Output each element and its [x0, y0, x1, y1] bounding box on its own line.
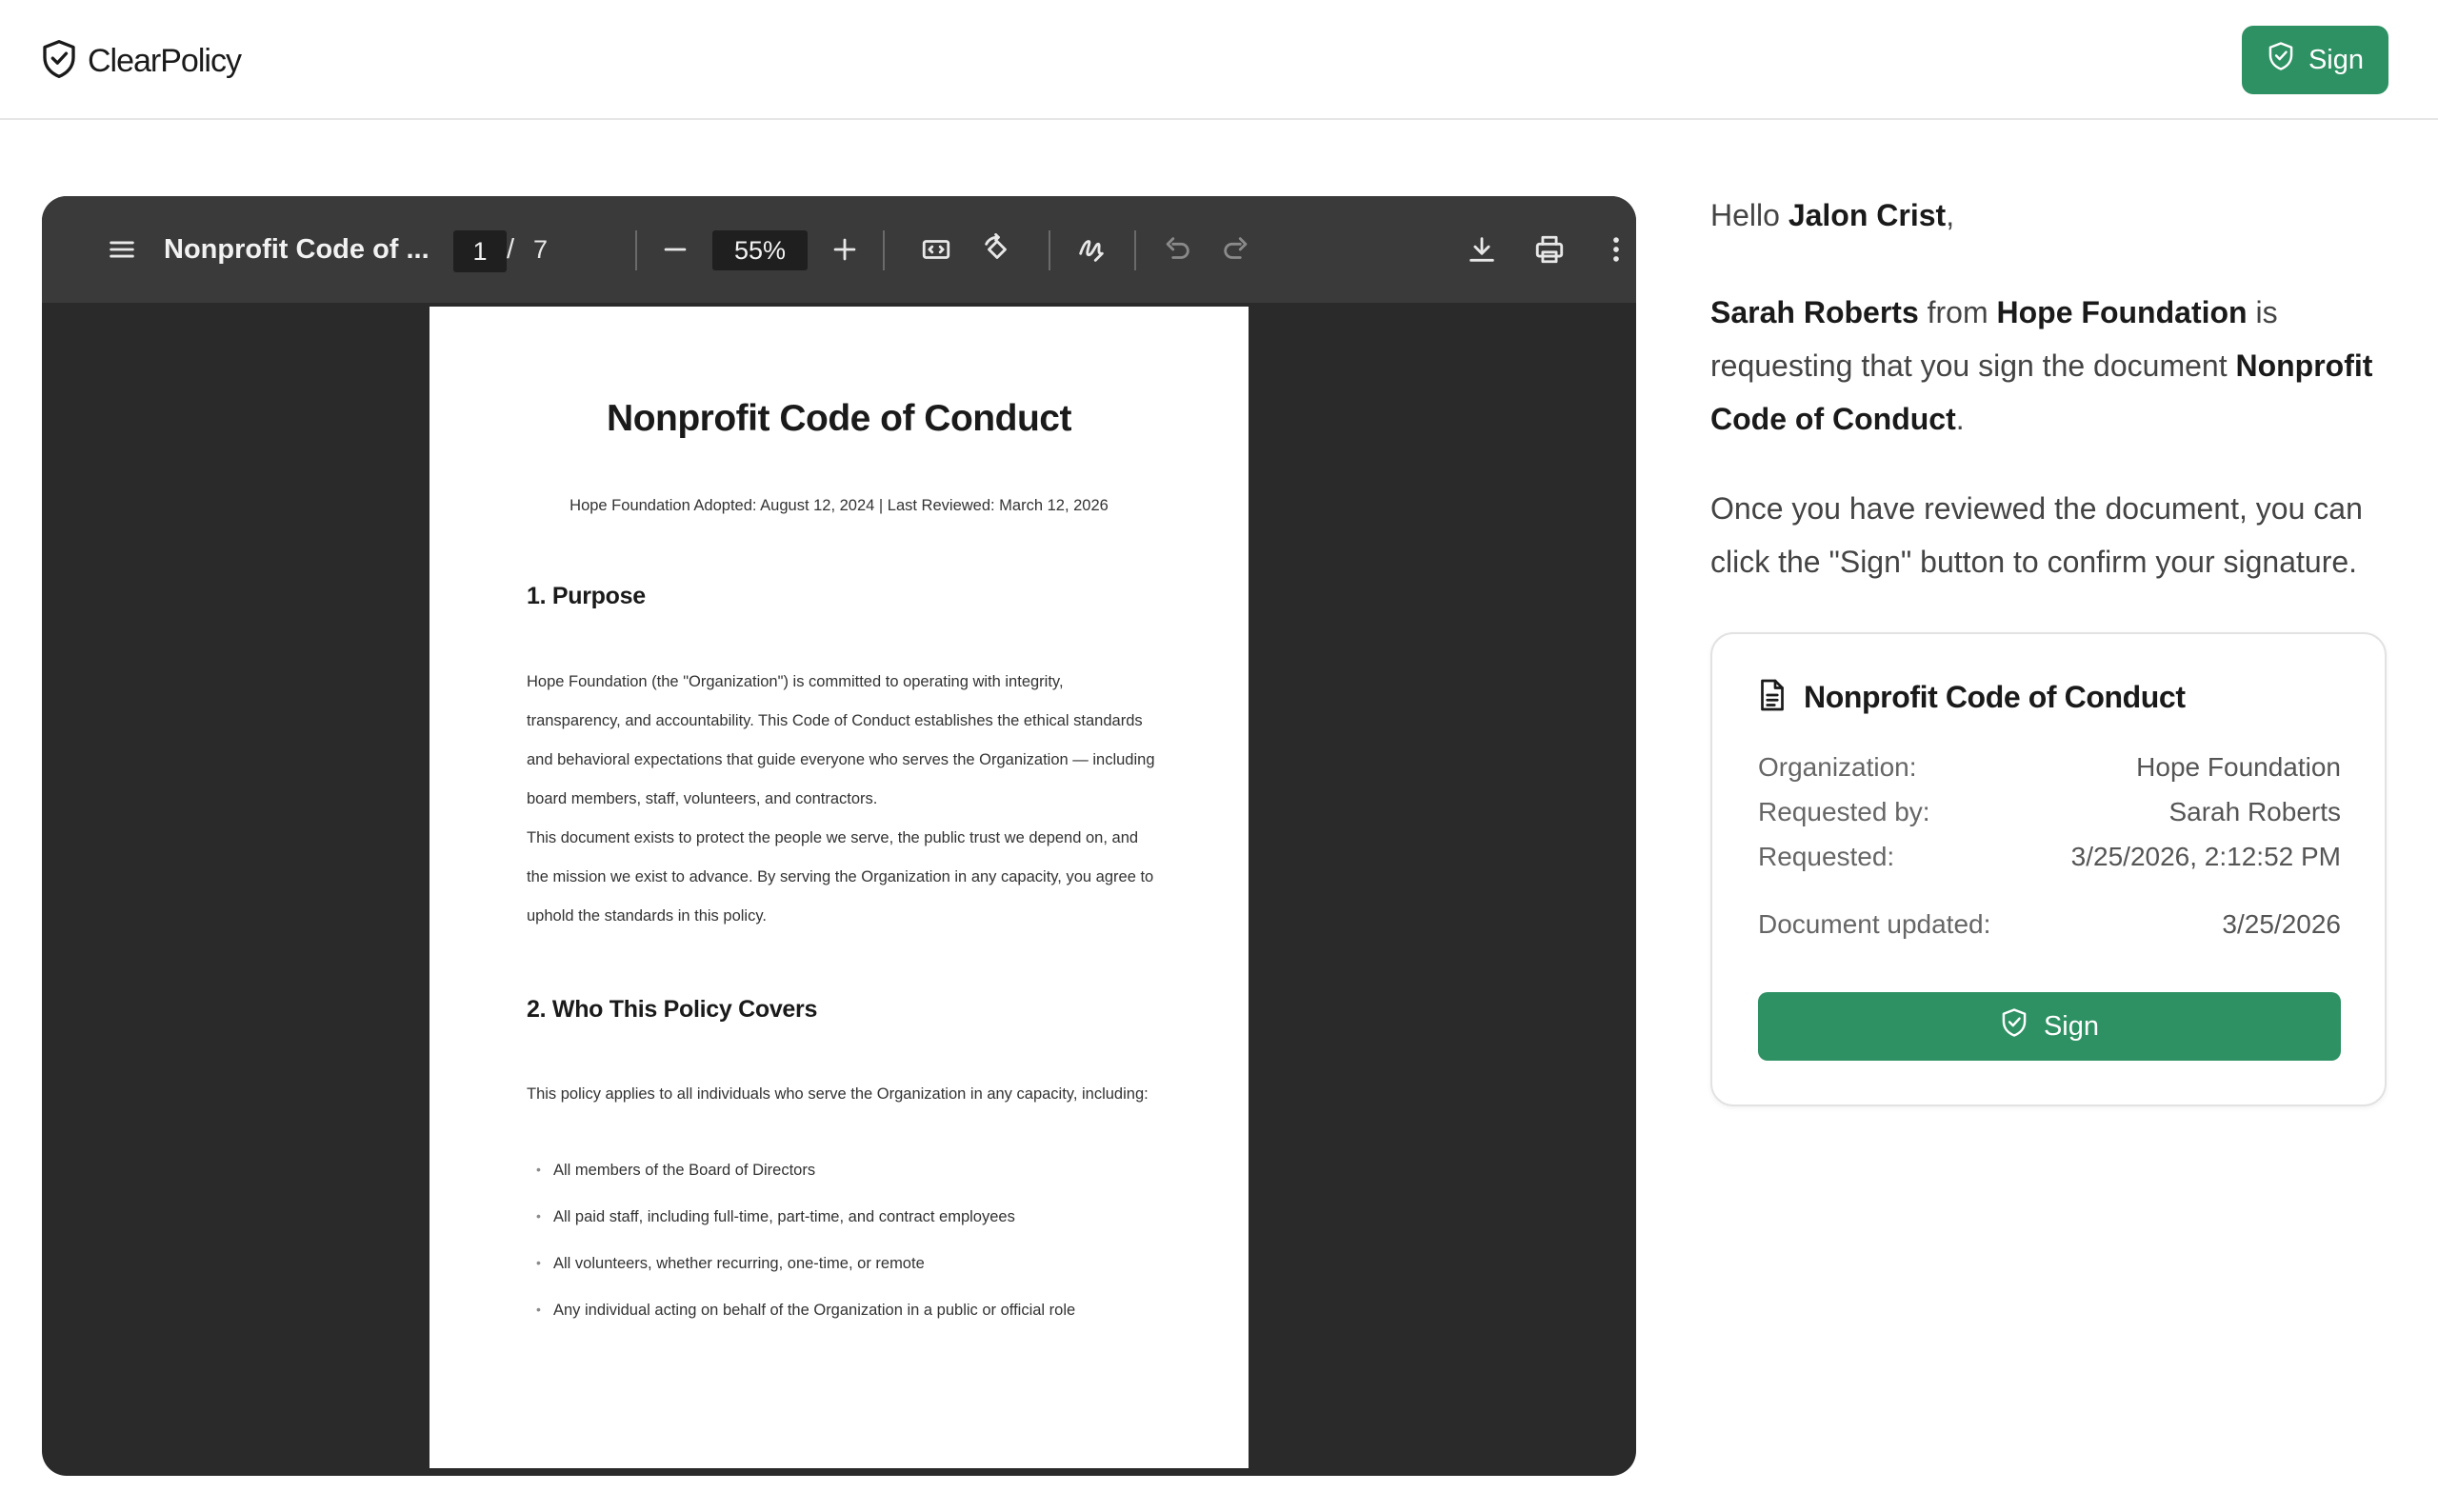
request-period: . [1955, 402, 1965, 436]
section-paragraph: This document exists to protect the peop… [527, 829, 1154, 925]
brand-logo[interactable]: ClearPolicy [40, 38, 242, 85]
detail-row-document-updated: Document updated: 3/25/2026 [1758, 909, 2341, 940]
annotate-icon[interactable] [1068, 196, 1115, 303]
list-item: All volunteers, whether recurring, one-t… [527, 1255, 1174, 1302]
section-heading: 2. Who This Policy Covers [527, 996, 818, 1023]
detail-label: Requested: [1758, 842, 1895, 871]
shield-check-icon [40, 38, 78, 85]
top-bar: ClearPolicy Sign [0, 0, 2438, 120]
shield-check-icon [2267, 41, 2295, 79]
shield-check-icon [2000, 1007, 2028, 1045]
page-number-input[interactable] [453, 230, 507, 272]
page-total: 7 [533, 234, 549, 264]
detail-value: 3/25/2026, 2:12:52 PM [2070, 842, 2341, 871]
toolbar-divider [1049, 230, 1050, 270]
document-page: Nonprofit Code of Conduct Hope Foundatio… [430, 307, 1249, 1468]
detail-label: Requested by: [1758, 797, 1930, 826]
section-heading: 1. Purpose [527, 583, 646, 609]
coverage-list: All members of the Board of Directors Al… [527, 1162, 1174, 1348]
sign-button[interactable]: Sign [1758, 992, 2341, 1061]
document-title: Nonprofit Code of Conduct [607, 398, 1071, 439]
section-paragraph: This policy applies to all individuals w… [527, 1085, 1149, 1103]
header-sign-button[interactable]: Sign [2242, 26, 2388, 94]
zoom-in-icon[interactable] [821, 196, 869, 303]
toolbar-divider [635, 230, 637, 270]
redo-icon[interactable] [1212, 196, 1260, 303]
greeting-prefix: Hello [1710, 198, 1789, 232]
detail-value: Sarah Roberts [2168, 797, 2341, 826]
document-meta: Hope Foundation Adopted: August 12, 2024… [570, 497, 1109, 514]
header-sign-label: Sign [2308, 44, 2365, 75]
list-item: All members of the Board of Directors [527, 1162, 1174, 1208]
zoom-out-icon[interactable] [651, 196, 699, 303]
list-item: All paid staff, including full-time, par… [527, 1208, 1174, 1255]
card-header: Nonprofit Code of Conduct [1758, 678, 2186, 717]
document-summary-card: Nonprofit Code of Conduct Organization: … [1710, 632, 2387, 1106]
sign-button-label: Sign [2043, 1010, 2100, 1042]
detail-label: Document updated: [1758, 909, 1991, 939]
more-icon[interactable] [1592, 196, 1636, 303]
zoom-level[interactable]: 55% [712, 230, 808, 270]
undo-icon[interactable] [1153, 196, 1201, 303]
section-paragraph: Hope Foundation (the "Organization") is … [527, 673, 1155, 807]
rotate-icon[interactable] [973, 196, 1021, 303]
fit-page-icon[interactable] [912, 196, 960, 303]
instructions: Once you have reviewed the document, you… [1710, 491, 2363, 579]
toolbar-divider [1134, 230, 1136, 270]
page-separator: / [507, 233, 515, 265]
greeting-suffix: , [1946, 198, 1955, 232]
request-message: Sarah Roberts from Hope Foundation is re… [1710, 286, 2396, 446]
toolbar-divider [883, 230, 885, 270]
detail-row-requested: Requested: 3/25/2026, 2:12:52 PM [1758, 842, 2341, 872]
brand-name: ClearPolicy [88, 43, 242, 79]
detail-row-organization: Organization: Hope Foundation [1758, 752, 2341, 783]
pdf-toolbar: Nonprofit Code of ... / 7 55% [42, 196, 1636, 303]
card-title: Nonprofit Code of Conduct [1804, 680, 2186, 714]
download-icon[interactable] [1458, 196, 1506, 303]
document-icon [1758, 678, 1787, 717]
organization-name: Hope Foundation [1996, 295, 2248, 329]
detail-value: 3/25/2026 [2222, 909, 2341, 939]
recipient-name: Jalon Crist [1788, 198, 1947, 232]
detail-value: Hope Foundation [2136, 752, 2341, 782]
list-item: Any individual acting on behalf of the O… [527, 1302, 1174, 1348]
from-text: from [1918, 295, 1997, 329]
greeting: Hello Jalon Crist, [1710, 198, 1954, 233]
detail-row-requested-by: Requested by: Sarah Roberts [1758, 797, 2341, 827]
print-icon[interactable] [1526, 196, 1573, 303]
detail-label: Organization: [1758, 752, 1917, 782]
menu-icon[interactable] [98, 196, 146, 303]
viewer-doc-title: Nonprofit Code of ... [164, 233, 430, 265]
pdf-viewer: Nonprofit Code of ... / 7 55% [42, 196, 1636, 1476]
requester-name: Sarah Roberts [1710, 295, 1919, 329]
